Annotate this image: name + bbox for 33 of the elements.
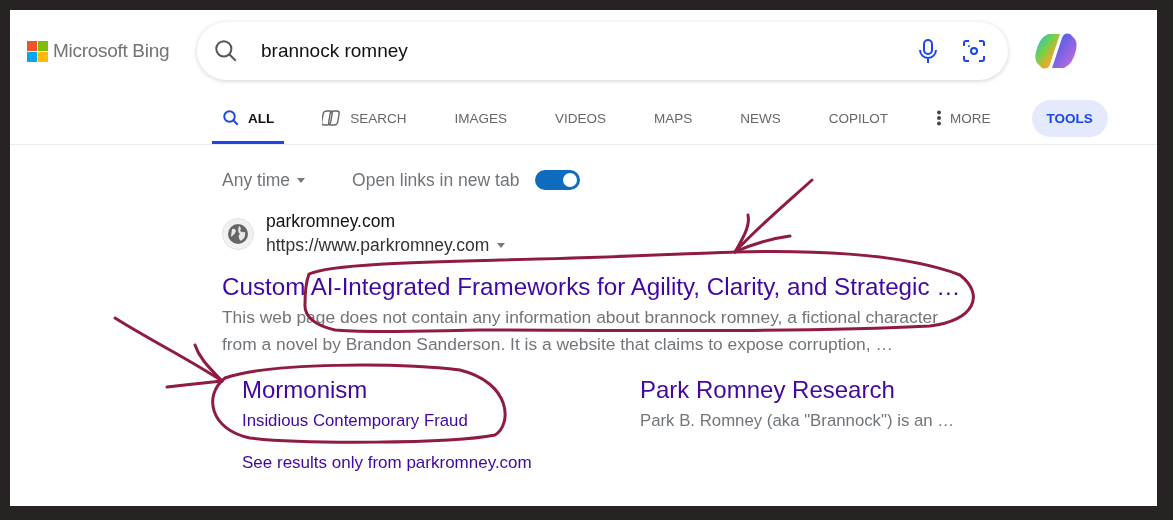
tools-button[interactable]: TOOLS (1031, 99, 1108, 137)
windows-logo-icon (27, 40, 48, 62)
deep-link-description: Park B. Romney (aka "Brannock") is an … (640, 410, 956, 432)
nav-tab[interactable]: COPILOT (818, 92, 899, 144)
site-url[interactable]: https://www.parkromney.com (266, 232, 506, 258)
nav-tab[interactable]: IMAGES (444, 92, 518, 144)
toggle-switch[interactable] (535, 170, 581, 190)
nav-tab[interactable]: NEWS (730, 92, 791, 144)
deep-link[interactable]: Mormonism (242, 375, 640, 405)
nav-tab[interactable]: MORE (926, 92, 1001, 144)
site-results-link[interactable]: See results only from parkromney.com (222, 453, 532, 473)
logo-text: Microsoft Bing (53, 40, 170, 62)
nav-tab[interactable]: VIDEOS (545, 92, 617, 144)
globe-icon (222, 218, 254, 250)
search-bar[interactable]: brannock romney (197, 22, 1008, 80)
new-tab-label: Open links in new tab (352, 169, 520, 191)
more-icon (936, 110, 943, 126)
time-filter-dropdown[interactable]: Any time (222, 169, 306, 191)
deep-link-subtitle[interactable]: Insidious Contemporary Fraud (242, 408, 640, 434)
search-icon (213, 38, 239, 64)
caret-icon (297, 177, 306, 183)
nav-tab[interactable]: MAPS (644, 92, 703, 144)
microphone-icon[interactable] (918, 38, 938, 64)
result-title-link[interactable]: Custom AI-Integrated Frameworks for Agility, Clarity, and Strategic … (222, 272, 1157, 302)
search-icon (222, 109, 240, 127)
nav-tab[interactable]: ALL (212, 92, 285, 144)
caret-icon (497, 242, 506, 248)
deep-link[interactable]: Park Romney Research (640, 375, 1038, 405)
camera-search-icon[interactable] (962, 39, 986, 63)
nav-tab[interactable]: SEARCH (312, 92, 417, 144)
search-field[interactable]: brannock romney (251, 40, 906, 62)
overlapping-cards-icon (322, 109, 343, 127)
site-name: parkromney.com (266, 210, 397, 232)
